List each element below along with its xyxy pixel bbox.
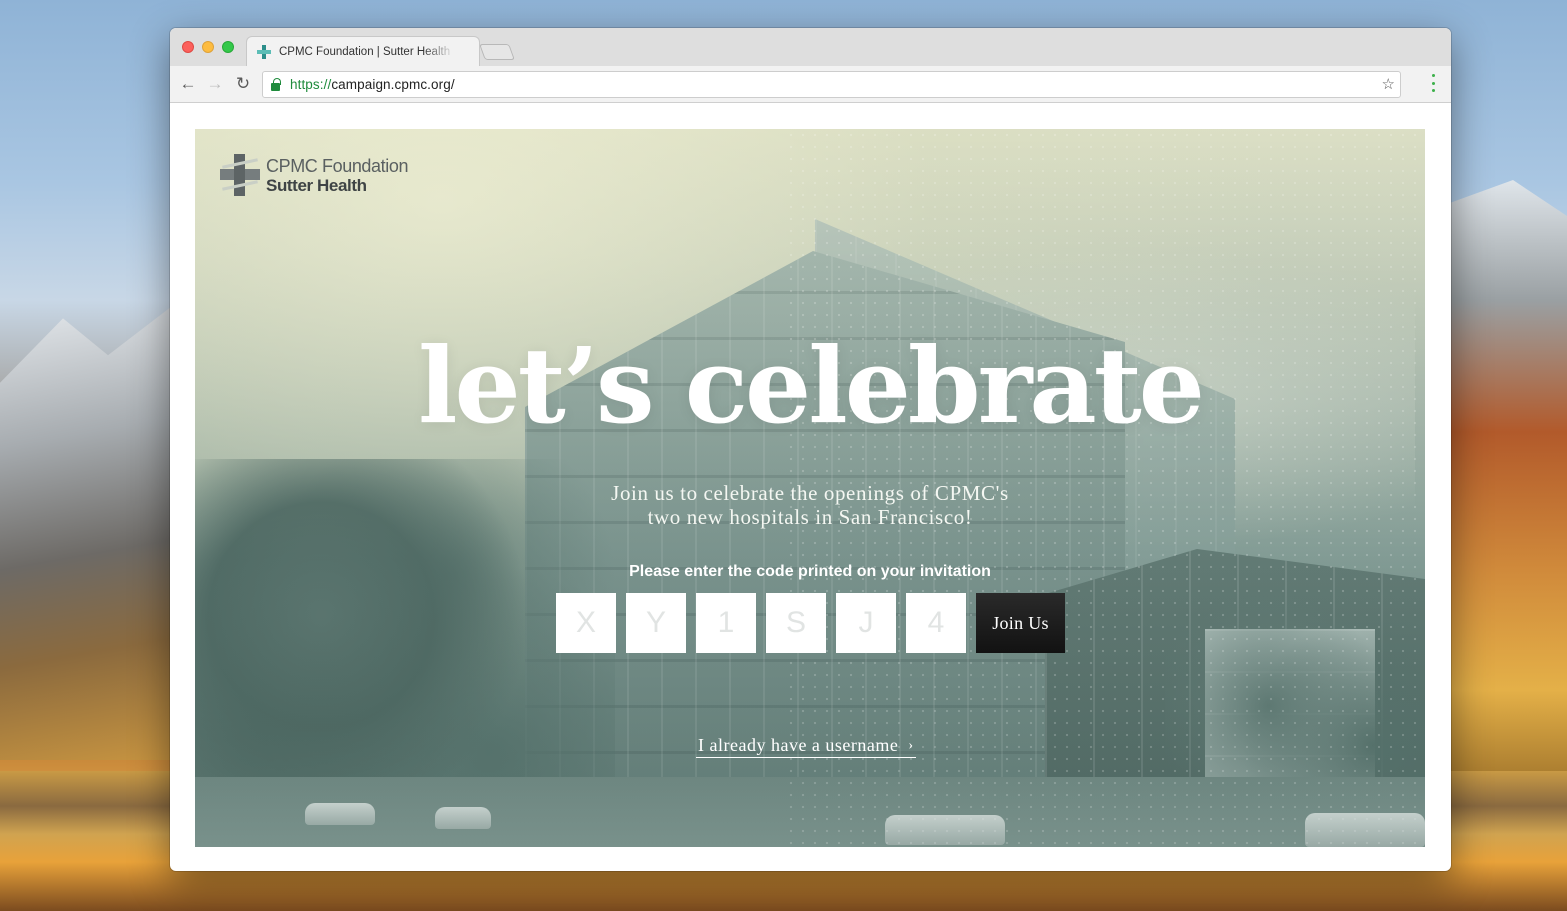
- code-input-1[interactable]: [556, 593, 616, 653]
- cpmc-favicon-icon: [257, 44, 271, 59]
- browser-window: CPMC Foundation | Sutter Health ← → ↻ ht…: [170, 28, 1451, 871]
- desktop-mountain-right: [1447, 180, 1567, 780]
- code-input-3[interactable]: [696, 593, 756, 653]
- lock-icon: [271, 77, 281, 91]
- username-link-label: I already have a username: [698, 735, 899, 755]
- url-host: campaign.cpmc.org/: [331, 77, 455, 92]
- code-input-5[interactable]: [836, 593, 896, 653]
- title-bar: CPMC Foundation | Sutter Health: [170, 28, 1451, 66]
- existing-username-link[interactable]: I already have a username ›: [696, 735, 916, 758]
- subhead-line-1: Join us to celebrate the openings of CPM…: [611, 481, 1009, 505]
- subhead-line-2: two new hospitals in San Francisco!: [647, 505, 973, 529]
- back-arrow-icon[interactable]: ←: [177, 73, 199, 95]
- desktop-mountain-left: [0, 300, 180, 760]
- minimize-window-button[interactable]: [202, 41, 214, 53]
- code-input-6[interactable]: [906, 593, 966, 653]
- reload-icon[interactable]: ↻: [232, 73, 254, 95]
- code-input-4[interactable]: [766, 593, 826, 653]
- browser-tab[interactable]: CPMC Foundation | Sutter Health: [246, 36, 480, 66]
- join-us-button[interactable]: Join Us: [976, 593, 1065, 653]
- code-prompt: Please enter the code printed on your in…: [629, 563, 991, 580]
- logo-sutter-text: Sutter Health: [266, 175, 367, 195]
- zoom-window-button[interactable]: [222, 41, 234, 53]
- invitation-code-form: Join Us: [556, 593, 1065, 653]
- address-bar[interactable]: https://campaign.cpmc.org/ ☆: [262, 71, 1401, 98]
- url-scheme: https://: [290, 77, 332, 92]
- page-subheading: Join us to celebrate the openings of CPM…: [195, 481, 1425, 529]
- close-window-button[interactable]: [182, 41, 194, 53]
- browser-menu-icon[interactable]: [1432, 74, 1436, 92]
- page-headline: let’s celebrate: [418, 324, 1205, 447]
- code-input-2[interactable]: [626, 593, 686, 653]
- cpmc-cross-logo-icon: [220, 154, 260, 196]
- browser-toolbar: ← → ↻ https://campaign.cpmc.org/ ☆: [170, 66, 1451, 103]
- bookmark-star-icon[interactable]: ☆: [1382, 75, 1395, 93]
- url-text: https://campaign.cpmc.org/: [290, 77, 455, 92]
- cpmc-logo[interactable]: CPMC Foundation Sutter Health: [220, 154, 408, 196]
- chevron-right-icon: ›: [908, 737, 914, 753]
- forward-arrow-icon[interactable]: →: [204, 73, 226, 95]
- new-tab-button[interactable]: [479, 44, 515, 60]
- tab-title: CPMC Foundation | Sutter Health: [279, 45, 451, 58]
- hero-section: CPMC Foundation Sutter Health let’s cele…: [195, 129, 1425, 847]
- window-controls: [182, 41, 234, 53]
- logo-foundation-text: CPMC Foundation: [266, 155, 409, 176]
